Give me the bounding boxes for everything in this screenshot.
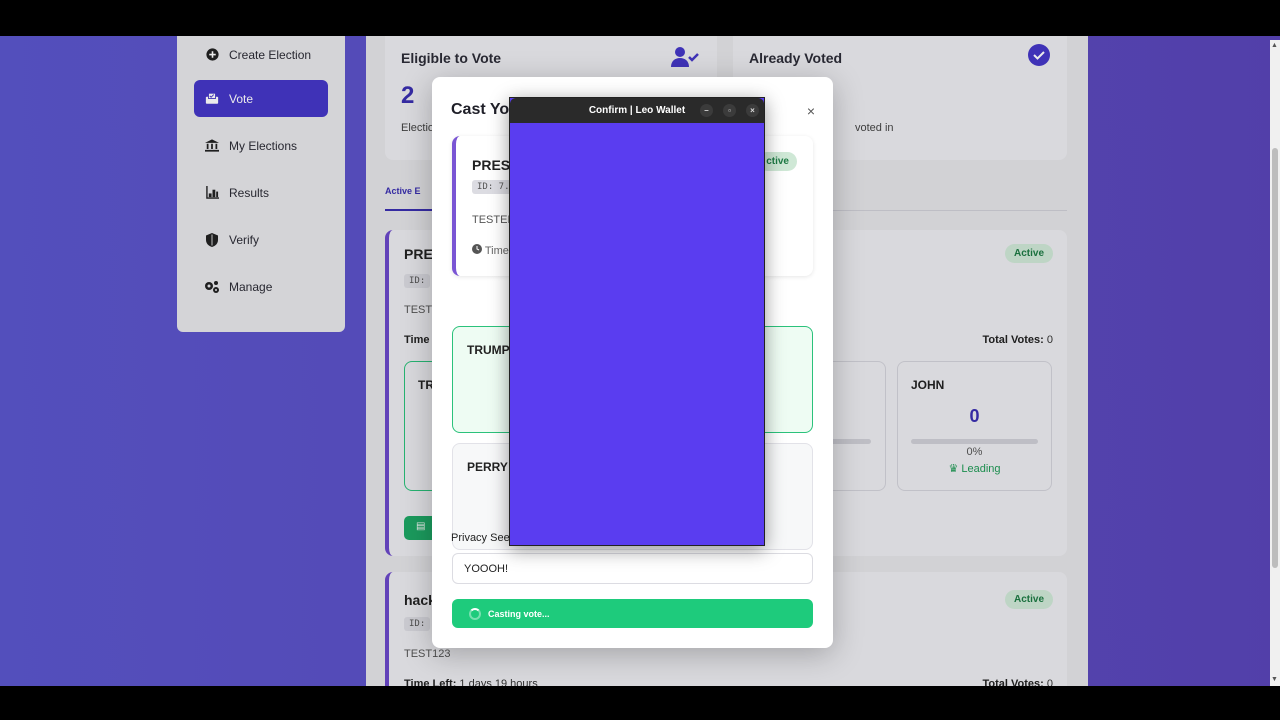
privacy-seed-input[interactable]: YOOOH! (452, 553, 813, 584)
maximize-icon[interactable]: ▫ (723, 104, 736, 117)
clock-icon (472, 244, 485, 257)
election-title: PRESI (472, 157, 515, 173)
time-left: Time (472, 244, 509, 257)
candidate-name: PERRY (467, 460, 508, 474)
cast-button-label: Casting vote... (488, 608, 550, 619)
app-viewport: Create Election Vote My Elections Result… (0, 36, 1280, 686)
minimize-icon[interactable]: – (700, 104, 713, 117)
scrollbar-thumb[interactable] (1272, 148, 1278, 568)
privacy-seed-label: Privacy See (451, 532, 510, 544)
cast-vote-button[interactable]: Casting vote... (452, 599, 813, 628)
wallet-title: Confirm | Leo Wallet (588, 105, 686, 116)
spinner-icon (469, 607, 481, 620)
close-icon[interactable]: × (746, 104, 759, 117)
scroll-up-icon[interactable]: ▲ (1271, 42, 1278, 49)
leo-wallet-popup[interactable]: Confirm | Leo Wallet – ▫ × (509, 97, 765, 546)
page-scrollbar[interactable]: ▲ ▼ (1270, 40, 1280, 686)
candidate-name: TRUMP (467, 343, 510, 357)
wallet-titlebar[interactable]: Confirm | Leo Wallet – ▫ × (510, 98, 764, 123)
scroll-down-icon[interactable]: ▼ (1271, 676, 1278, 683)
modal-title: Cast Yo (451, 101, 510, 118)
close-icon[interactable]: × (807, 103, 815, 119)
